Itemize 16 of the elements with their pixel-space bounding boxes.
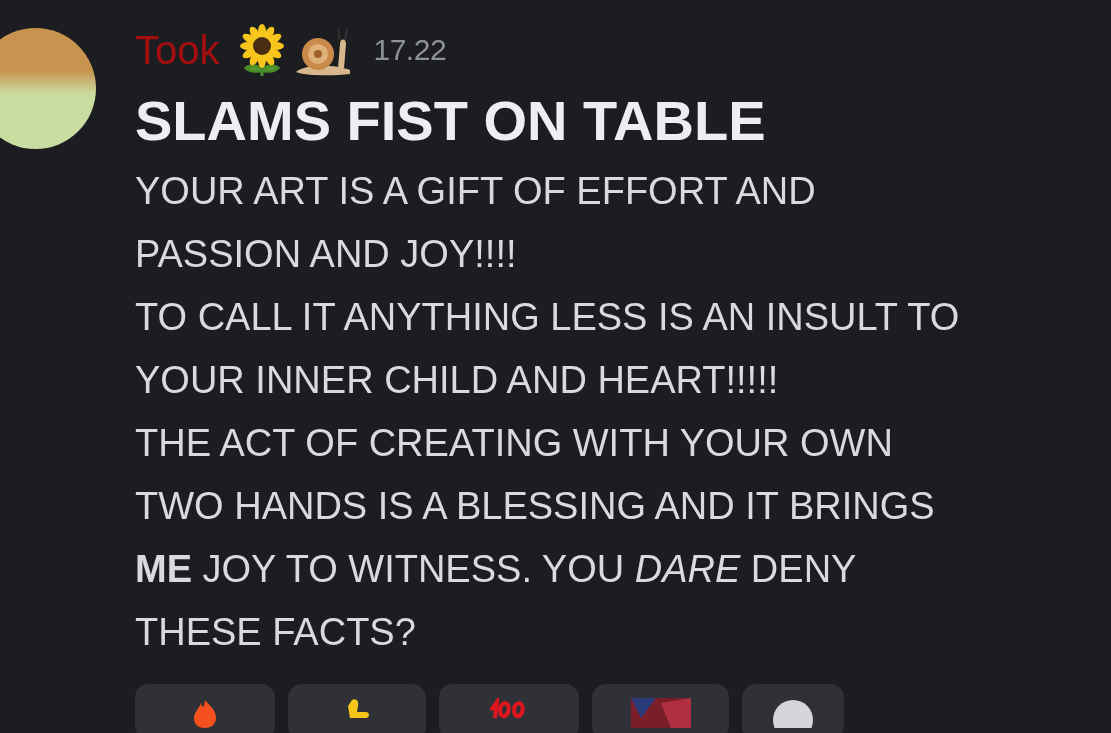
custom-emoji-icon xyxy=(630,698,691,728)
message-line: TO CALL IT ANYTHING LESS IS AN INSULT TO xyxy=(135,295,960,340)
reaction-button[interactable] xyxy=(288,684,426,733)
message-line: YOUR INNER CHILD AND HEART!!!!! xyxy=(135,358,780,403)
reaction-button[interactable] xyxy=(742,684,844,733)
message-heading: SLAMS FIST ON TABLE xyxy=(135,88,767,154)
message-line: ME JOY TO WITNESS. YOU DARE DENY xyxy=(135,547,858,592)
author-name[interactable]: Took xyxy=(135,27,220,73)
add-reaction-icon xyxy=(773,698,813,728)
message-line: PASSION AND JOY!!!! xyxy=(135,232,518,277)
message-line: TWO HANDS IS A BLESSING AND IT BRINGS xyxy=(135,484,936,529)
message-line: THESE FACTS? xyxy=(135,610,417,655)
message-line: YOUR ART IS A GIFT OF EFFORT AND xyxy=(135,169,817,214)
message-line: THE ACT OF CREATING WITH YOUR OWN xyxy=(135,421,894,466)
timestamp: 17.22 xyxy=(373,33,447,67)
sunflower-icon xyxy=(237,24,286,76)
